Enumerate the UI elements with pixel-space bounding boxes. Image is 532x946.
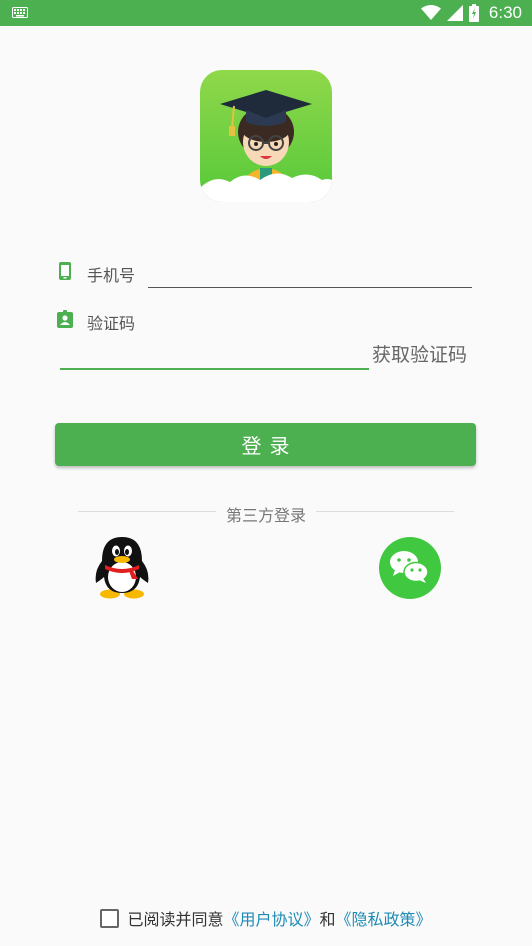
status-bar: 6:30 bbox=[0, 0, 532, 26]
agreement-checkbox[interactable] bbox=[100, 908, 120, 928]
user-agreement-link[interactable]: 《用户协议》 bbox=[223, 906, 319, 930]
code-input[interactable] bbox=[60, 338, 369, 370]
agreement-and: 和 bbox=[319, 910, 336, 929]
signal-icon bbox=[446, 5, 463, 21]
status-icons: 6:30 bbox=[420, 0, 522, 26]
id-badge-icon bbox=[57, 310, 73, 328]
agreement-prefix: 已阅读并同意 bbox=[127, 910, 224, 929]
third-party-label: 第三方登录 bbox=[225, 506, 306, 525]
qq-penguin-icon bbox=[95, 537, 149, 599]
phone-icon bbox=[59, 262, 71, 280]
privacy-policy-link[interactable]: 《隐私政策》 bbox=[336, 906, 432, 930]
wifi-icon bbox=[420, 5, 441, 20]
phone-label: 手机号 bbox=[87, 266, 136, 285]
qq-login-button[interactable] bbox=[92, 535, 152, 599]
keyboard-icon bbox=[12, 7, 28, 18]
graduate-avatar-icon bbox=[200, 90, 332, 202]
code-label: 验证码 bbox=[87, 314, 136, 333]
login-button[interactable]: 登录 bbox=[55, 423, 476, 466]
phone-input[interactable] bbox=[148, 258, 472, 288]
get-code-button[interactable]: 获取验证码 bbox=[372, 340, 467, 367]
status-time: 6:30 bbox=[488, 3, 522, 22]
wechat-icon bbox=[379, 537, 441, 599]
wechat-login-button[interactable] bbox=[379, 537, 441, 599]
agreement-row: 已阅读并同意 《用户协议》 和 《隐私政策》 bbox=[0, 906, 532, 930]
battery-icon bbox=[468, 4, 479, 22]
login-screen: 6:30 手机号 验证码 获取验证码 登录 第三方登录 已阅读并同意 《用户协议… bbox=[0, 0, 532, 946]
app-logo bbox=[200, 70, 332, 202]
